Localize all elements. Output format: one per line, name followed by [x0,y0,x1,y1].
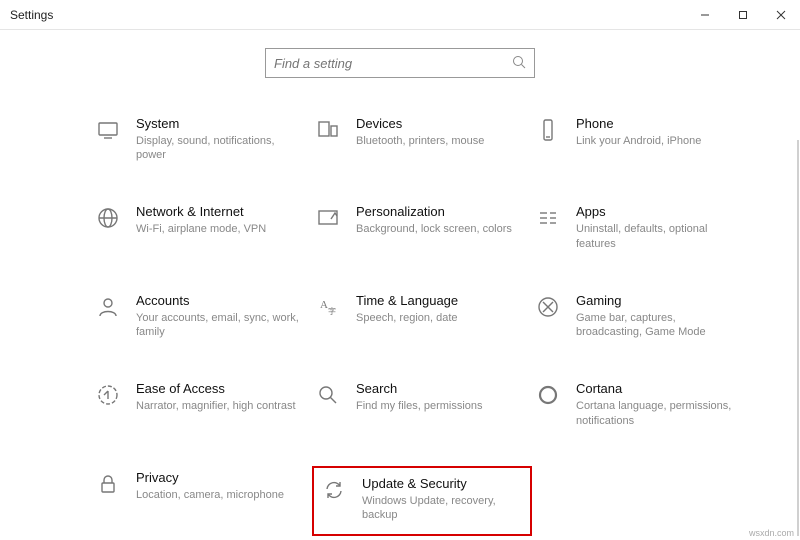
tile-desc: Narrator, magnifier, high contrast [136,399,296,413]
privacy-icon [94,470,122,498]
tile-desc: Game bar, captures, broadcasting, Game M… [576,311,740,340]
update-icon [320,476,348,504]
cortana-icon [534,381,562,409]
tile-personalization[interactable]: PersonalizationBackground, lock screen, … [312,200,532,254]
tile-title: Cortana [576,381,740,398]
personalization-icon [314,204,342,232]
tile-update-security[interactable]: Update & SecurityWindows Update, recover… [312,466,532,536]
network-icon [94,204,122,232]
tile-desc: Background, lock screen, colors [356,222,512,236]
tile-apps[interactable]: AppsUninstall, defaults, optional featur… [532,200,752,254]
tile-title: Network & Internet [136,204,266,221]
tile-title: Gaming [576,293,740,310]
window-controls [686,0,800,29]
ease-icon [94,381,122,409]
tile-desc: Cortana language, permissions, notificat… [576,399,740,428]
phone-icon [534,116,562,144]
tile-phone[interactable]: PhoneLink your Android, iPhone [532,112,752,166]
minimize-icon [700,10,710,20]
tile-desc: Display, sound, notifications, power [136,134,300,163]
devices-icon [314,116,342,144]
tile-title: Phone [576,116,701,133]
tile-desc: Bluetooth, printers, mouse [356,134,484,148]
tile-title: Privacy [136,470,284,487]
tile-desc: Speech, region, date [356,311,458,325]
watermark: wsxdn.com [749,528,794,538]
tile-desc: Find my files, permissions [356,399,483,413]
tile-search[interactable]: SearchFind my files, permissions [312,377,532,431]
tile-title: Devices [356,116,484,133]
tile-accounts[interactable]: AccountsYour accounts, email, sync, work… [92,289,312,343]
tile-desc: Your accounts, email, sync, work, family [136,311,300,340]
row-2: Network & InternetWi-Fi, airplane mode, … [92,200,760,254]
content-area: SystemDisplay, sound, notifications, pow… [0,30,800,540]
tile-ease-of-access[interactable]: Ease of AccessNarrator, magnifier, high … [92,377,312,431]
close-button[interactable] [762,0,800,29]
settings-grid: SystemDisplay, sound, notifications, pow… [0,96,800,536]
minimize-button[interactable] [686,0,724,29]
search-container [0,30,800,96]
maximize-icon [738,10,748,20]
tile-title: Personalization [356,204,512,221]
tile-privacy[interactable]: PrivacyLocation, camera, microphone [92,466,312,536]
search-icon [512,55,526,72]
tile-network[interactable]: Network & InternetWi-Fi, airplane mode, … [92,200,312,254]
apps-icon [534,204,562,232]
tile-cortana[interactable]: CortanaCortana language, permissions, no… [532,377,752,431]
tile-devices[interactable]: DevicesBluetooth, printers, mouse [312,112,532,166]
row-5: PrivacyLocation, camera, microphone Upda… [92,466,760,536]
tile-desc: Link your Android, iPhone [576,134,701,148]
row-3: AccountsYour accounts, email, sync, work… [92,289,760,343]
accounts-icon [94,293,122,321]
system-icon [94,116,122,144]
title-bar: Settings [0,0,800,30]
scrollbar[interactable] [797,140,799,536]
tile-desc: Windows Update, recovery, backup [362,494,514,523]
time-icon: A字 [314,293,342,321]
tile-title: Search [356,381,483,398]
tile-desc: Location, camera, microphone [136,488,284,502]
tile-title: Apps [576,204,740,221]
tile-gaming[interactable]: GamingGame bar, captures, broadcasting, … [532,289,752,343]
search-input[interactable] [274,56,512,71]
tile-desc: Wi-Fi, airplane mode, VPN [136,222,266,236]
window-title: Settings [10,8,53,22]
tile-system[interactable]: SystemDisplay, sound, notifications, pow… [92,112,312,166]
tile-title: Ease of Access [136,381,296,398]
tile-title: Time & Language [356,293,458,310]
row-1: SystemDisplay, sound, notifications, pow… [92,112,760,166]
row-4: Ease of AccessNarrator, magnifier, high … [92,377,760,431]
tile-title: Update & Security [362,476,514,493]
svg-text:A: A [320,299,328,311]
tile-title: System [136,116,300,133]
tile-title: Accounts [136,293,300,310]
maximize-button[interactable] [724,0,762,29]
svg-text:字: 字 [328,306,336,316]
tile-time[interactable]: A字 Time & LanguageSpeech, region, date [312,289,532,343]
search-tile-icon [314,381,342,409]
search-box[interactable] [265,48,535,78]
close-icon [776,10,786,20]
tile-desc: Uninstall, defaults, optional features [576,222,740,251]
gaming-icon [534,293,562,321]
